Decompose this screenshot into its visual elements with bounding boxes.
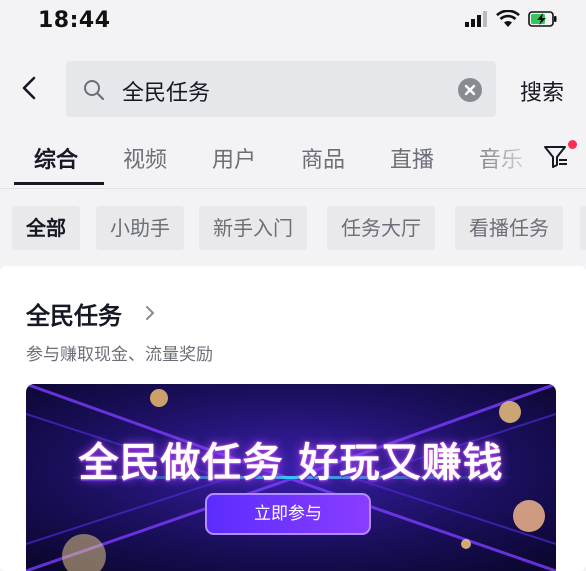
card-subtitle: 参与赚取现金、流量奖励 [26, 345, 213, 365]
tab-live[interactable]: 直播 [390, 142, 434, 174]
tab-users[interactable]: 用户 [212, 142, 256, 174]
search-input[interactable]: 全民任务 [66, 61, 496, 117]
back-arrow-icon[interactable] [14, 72, 46, 104]
status-time: 18:44 [38, 8, 111, 33]
card-title[interactable]: 全民任务 [26, 296, 122, 331]
search-bar-row: 全民任务 搜索 [0, 58, 586, 120]
chip-overflow [580, 206, 586, 250]
chip-beginner[interactable]: 新手入门 [199, 206, 307, 250]
tab-comprehensive[interactable]: 综合 [34, 142, 78, 174]
tab-products[interactable]: 商品 [301, 142, 345, 174]
chip-watch-live-tasks[interactable]: 看播任务 [455, 206, 563, 250]
status-bar: 18:44 [0, 0, 586, 44]
chip-assistant[interactable]: 小助手 [96, 206, 184, 250]
status-icons [464, 10, 558, 28]
search-submit-button[interactable]: 搜索 [520, 75, 564, 107]
clear-search-button[interactable] [458, 78, 482, 102]
tabs-divider [0, 188, 586, 189]
search-query-text: 全民任务 [122, 81, 211, 106]
promo-banner[interactable]: 全民做任务 好玩又赚钱 立即参与 [26, 384, 556, 571]
battery-charging-icon [528, 11, 557, 27]
active-tab-indicator [14, 182, 104, 185]
tabs-fade-overlay [470, 128, 540, 188]
join-now-button-label: 立即参与 [254, 504, 322, 524]
cellular-signal-icon [465, 11, 487, 27]
wifi-icon [496, 10, 520, 27]
category-chips: 全部 小助手 新手入门 任务大厅 看播任务 [0, 206, 586, 252]
chevron-right-icon[interactable] [143, 304, 157, 322]
result-card[interactable]: 全民任务 参与赚取现金、流量奖励 全民做任务 好玩又赚钱 立即参与 [0, 266, 586, 571]
chip-task-hall[interactable]: 任务大厅 [327, 206, 435, 250]
close-icon [464, 84, 476, 96]
banner-headline: 全民做任务 好玩又赚钱 [78, 440, 504, 486]
join-now-button[interactable]: 立即参与 [206, 494, 370, 534]
search-icon [84, 80, 105, 101]
filter-icon[interactable] [543, 144, 569, 170]
tab-videos[interactable]: 视频 [123, 142, 167, 174]
filter-notification-dot [568, 140, 577, 149]
chip-all[interactable]: 全部 [12, 206, 80, 250]
